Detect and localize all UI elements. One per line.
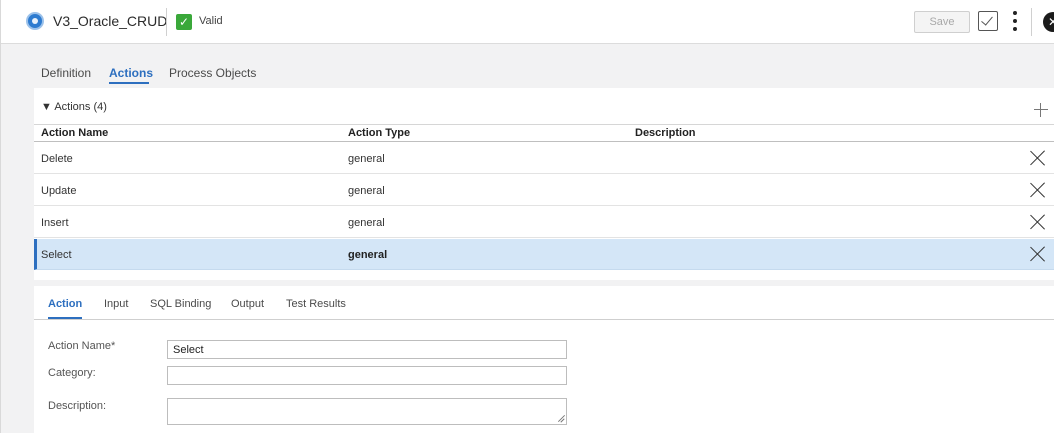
delete-icon[interactable] [1030,182,1046,198]
column-header[interactable]: Action Type [348,127,410,139]
delete-icon[interactable] [1030,150,1046,166]
app-icon [26,12,44,30]
tab-test-results[interactable]: Test Results [286,298,346,310]
tab-actions[interactable]: Actions [109,66,153,80]
detail-tabs: Action Input SQL Binding Output Test Res… [34,286,1054,320]
save-button[interactable]: Save [914,11,970,33]
close-icon[interactable]: ✕ [1043,12,1054,32]
check-icon: ✓ [176,14,192,30]
delete-icon[interactable] [1030,246,1046,262]
header-divider [166,8,167,36]
column-header[interactable]: Action Name [41,127,108,139]
action-type-cell: general [348,249,388,261]
action-details-panel: Action Input SQL Binding Output Test Res… [34,286,1054,433]
validate-icon[interactable] [978,11,998,31]
description-label: Description: [48,400,107,412]
actions-section-toggle[interactable]: ▼ Actions (4) [41,101,107,113]
action-name-cell: Select [41,249,72,261]
tab-output[interactable]: Output [231,298,264,310]
tab-action[interactable]: Action [48,298,82,310]
active-subtab-indicator [48,317,82,319]
active-tab-indicator [109,82,149,84]
table-row[interactable]: Update general [34,175,1054,206]
header-divider [1031,8,1032,36]
header-bar: V3_Oracle_CRUD ✓ Valid Save ✕ [1,0,1054,44]
tab-sql-binding[interactable]: SQL Binding [150,298,211,310]
more-icon[interactable] [1011,9,1019,33]
delete-icon[interactable] [1030,214,1046,230]
action-type-cell: general [348,185,385,197]
resize-icon[interactable] [557,415,564,422]
actions-table-header: Action Name Action Type Description [34,124,1054,142]
tab-process-objects[interactable]: Process Objects [169,66,256,80]
action-name-cell: Insert [41,217,69,229]
action-name-cell: Delete [41,153,73,165]
actions-section-label: Actions (4) [54,101,107,113]
plus-icon[interactable] [1034,103,1048,117]
action-name-cell: Update [41,185,77,197]
app-window: V3_Oracle_CRUD ✓ Valid Save ✕ Definition… [0,0,1054,433]
status-label: Valid [199,15,223,27]
category-field[interactable] [167,366,567,385]
actions-panel: ▼ Actions (4) Action Name Action Type De… [34,88,1054,280]
page-title: V3_Oracle_CRUD [53,13,168,29]
description-field[interactable] [167,398,567,425]
triangle-down-icon: ▼ [41,101,52,113]
tab-input[interactable]: Input [104,298,128,310]
table-row-selected[interactable]: Select general [34,239,1054,270]
tab-definition[interactable]: Definition [41,66,91,80]
table-row[interactable]: Delete general [34,143,1054,174]
action-type-cell: general [348,217,385,229]
action-type-cell: general [348,153,385,165]
action-name-field[interactable] [167,340,567,359]
category-label: Category: [48,367,96,379]
table-row[interactable]: Insert general [34,207,1054,238]
action-name-label: Action Name* [48,340,116,352]
column-header[interactable]: Description [635,127,696,139]
